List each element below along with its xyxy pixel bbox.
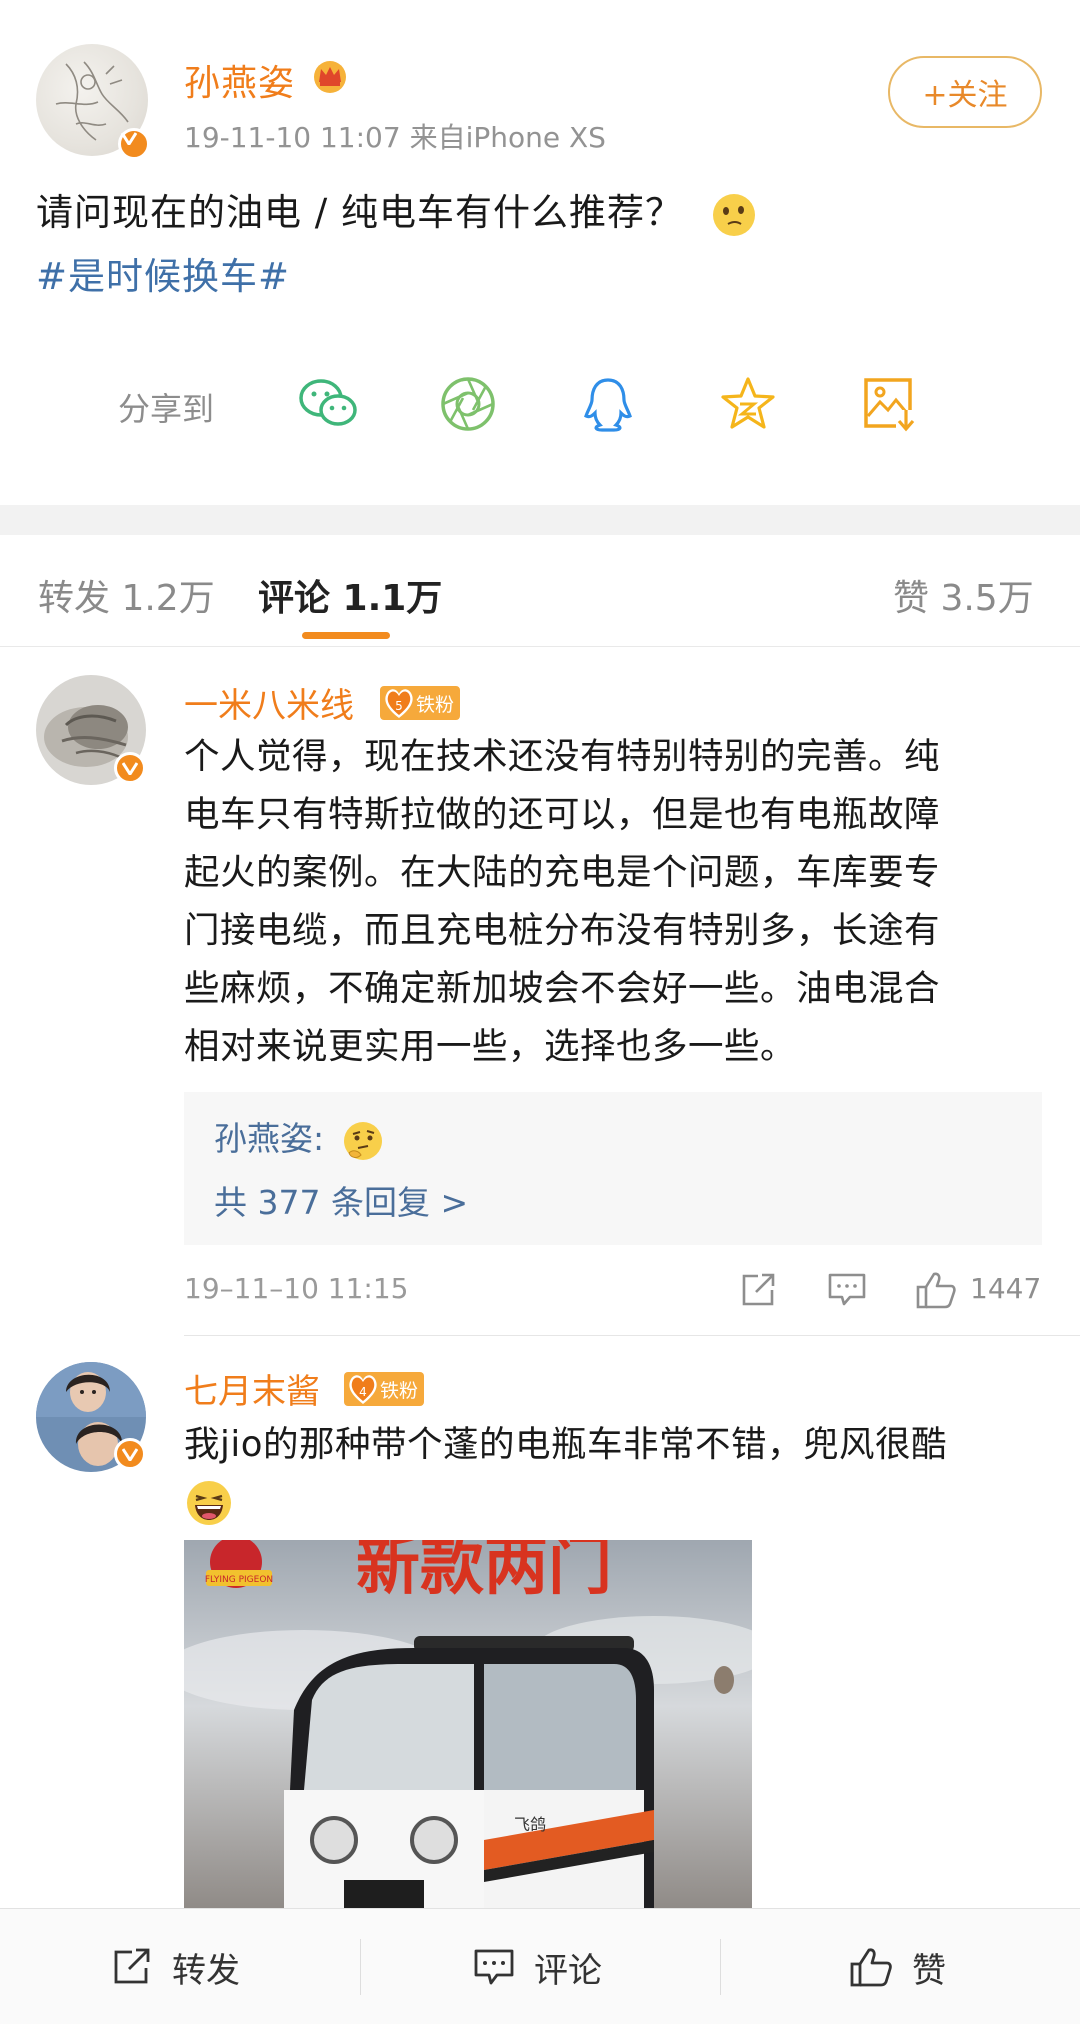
promo-headline: 新款两门 [356,1540,612,1604]
comment-line: 个人觉得，现在技术还没有特别特别的完善。纯 [184,736,941,777]
section-divider [0,505,1080,535]
tab-repost[interactable]: 转发 1.2万 [38,569,215,621]
like-icon [850,1948,892,1987]
post-meta: 19-11-10 11:07 来自iPhone XS [184,121,606,154]
comment-line: 我jio的那种带个蓬的电瓶车非常不错，兜风很酷 [184,1424,947,1465]
laughing-emoji-icon [187,1481,231,1525]
hashtag-link[interactable]: #是时候换车# [36,246,290,300]
tab-comments[interactable]: 评论 1.1万 [258,569,442,621]
tab-active-indicator [302,632,390,639]
thinking-emoji-icon [712,193,755,236]
comment-divider [184,1335,1080,1336]
bar-divider [360,1939,361,1995]
repost-button[interactable]: 转发 [110,1909,240,2024]
wechat-icon[interactable] [296,374,360,434]
reply-author[interactable]: 孙燕姿: [214,1112,385,1163]
comment-line: 些麻烦，不确定新加坡会不会好一些。油电混合 [184,968,941,1009]
comment-text: 我jio的那种带个蓬的电瓶车非常不错，兜风很酷 [184,1416,1044,1532]
bottom-action-bar: 转发 评论 赞 [0,1908,1080,2024]
comment-line: 起火的案例。在大陆的充电是个问题，车库要专 [184,852,941,893]
commenter-name[interactable]: 一米八米线 [184,678,354,727]
comment-line: 相对来说更实用一些，选择也多一些。 [184,1026,797,1067]
save-image-icon[interactable] [858,374,922,434]
like-comment-icon[interactable] [914,1270,958,1310]
post-card: 孙燕姿 19-11-10 11:07 来自iPhone XS +关注 请问现在的… [0,0,1080,505]
verified-badge-icon [118,128,150,160]
comment-line: 门接电缆，而且充电桩分布没有特别多，长途有 [184,910,941,951]
comment-text: 个人觉得，现在技术还没有特别特别的完善。纯 电车只有特斯拉做的还可以，但是也有电… [184,728,1044,1076]
repost-label: 转发 [172,1950,240,1991]
follow-button[interactable]: +关注 [888,56,1042,128]
comment-image[interactable]: 新款两门 FLYING PIGEON 飞鸽 [184,1540,752,1910]
repost-icon [114,1948,150,1984]
commenter-name[interactable]: 七月末酱 [184,1364,320,1413]
svg-text:5: 5 [395,699,403,713]
share-comment-icon[interactable] [738,1270,778,1308]
like-count: 1447 [970,1272,1042,1305]
moments-icon[interactable] [436,374,500,434]
vip-crown-icon [314,61,346,93]
fan-level-icon: 5 [385,689,413,718]
view-replies-link[interactable]: 共 377 条回复 > [214,1176,468,1224]
fan-badge-label: 铁粉 [379,1379,418,1402]
like-button[interactable]: 赞 [848,1909,946,2024]
share-row: 分享到 [0,370,1080,440]
qzone-icon[interactable] [716,374,780,434]
like-label: 赞 [912,1950,946,1991]
fan-badge: 5 铁粉 [380,686,460,720]
post-text-content: 请问现在的油电 / 纯电车有什么推荐？ [36,191,683,234]
fan-level-icon: 4 [349,1375,377,1404]
svg-text:4: 4 [359,1385,367,1399]
verified-badge-icon [114,1438,146,1470]
bar-divider [720,1939,721,1995]
author-name[interactable]: 孙燕姿 [184,54,295,106]
reply-preview[interactable]: 孙燕姿: 共 377 条回复 > [184,1092,1042,1245]
author-avatar[interactable] [36,44,150,160]
comment-icon [474,1949,514,1985]
thinking-face-emoji-icon [343,1121,382,1160]
post-text: 请问现在的油电 / 纯电车有什么推荐？ [36,182,758,239]
svg-text:FLYING PIGEON: FLYING PIGEON [205,1575,273,1585]
reply-comment-icon[interactable] [826,1270,868,1308]
verified-badge-icon [114,752,146,784]
comment-label: 评论 [534,1950,602,1991]
comment-button[interactable]: 评论 [472,1909,602,2024]
tab-bar: 转发 1.2万 评论 1.1万 赞 3.5万 [0,535,1080,647]
svg-text:飞鸽: 飞鸽 [514,1815,546,1834]
laughing-emoji-row [184,1474,1044,1532]
fan-badge-label: 铁粉 [415,693,454,716]
comment-time: 19–11–10 11:15 [184,1272,409,1305]
share-label: 分享到 [118,390,215,428]
qq-icon[interactable] [576,374,640,434]
fan-badge: 4 铁粉 [344,1372,424,1406]
tab-likes[interactable]: 赞 3.5万 [893,569,1034,621]
comment-line: 电车只有特斯拉做的还可以，但是也有电瓶故障 [184,794,941,835]
reply-author-name: 孙燕姿: [214,1119,325,1158]
